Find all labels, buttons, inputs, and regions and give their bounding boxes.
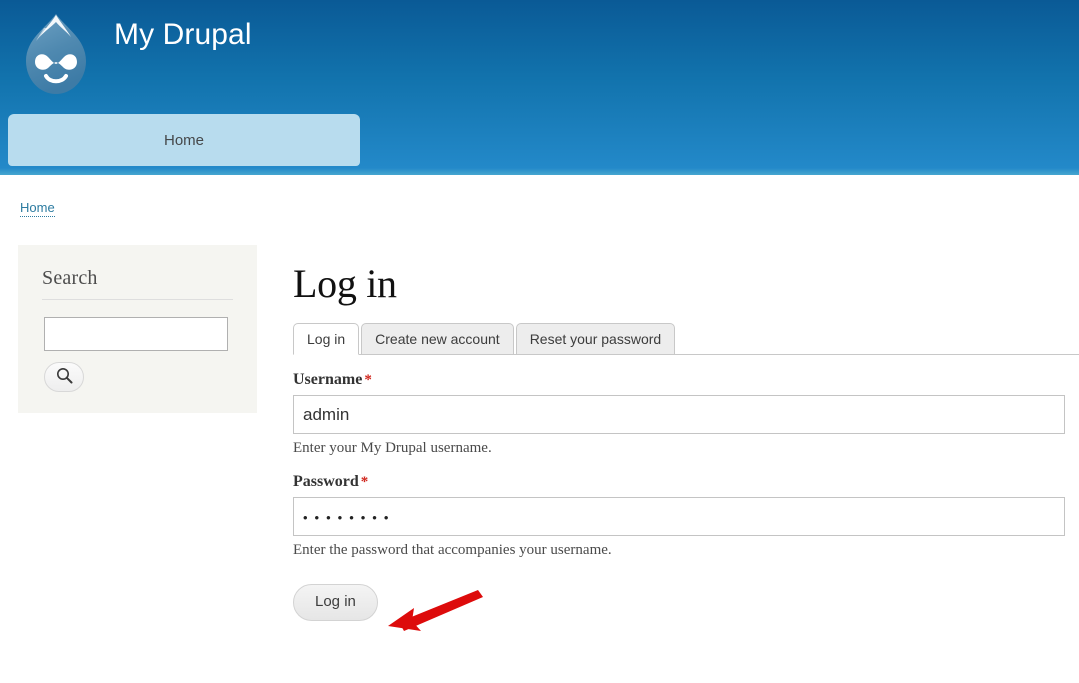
username-form-item: Username* Enter your My Drupal username. (293, 371, 1079, 457)
password-input[interactable] (293, 497, 1065, 536)
main-menu-item-home[interactable]: Home (164, 133, 204, 148)
log-in-button[interactable]: Log in (293, 584, 378, 621)
form-tabs: Log in Create new account Reset your pas… (293, 322, 1079, 355)
tab-log-in[interactable]: Log in (293, 323, 360, 355)
search-block-divider (42, 299, 233, 300)
site-header: My Drupal Home (0, 0, 1079, 175)
search-block-title: Search (42, 267, 98, 289)
search-icon (56, 367, 73, 387)
main-content: Log in Log in Create new account Reset y… (293, 245, 1079, 621)
drupal-droplet-icon (10, 6, 102, 102)
branding: My Drupal (10, 6, 252, 102)
page-title: Log in (293, 261, 397, 306)
search-submit-button[interactable] (44, 362, 84, 392)
search-input[interactable] (44, 317, 228, 351)
required-marker: * (364, 372, 372, 388)
password-form-item: Password* Enter the password that accomp… (293, 473, 1079, 559)
password-label: Password * (293, 473, 1079, 491)
required-marker: * (360, 474, 369, 490)
username-label: Username * (293, 371, 1079, 389)
submit-row: Log in (293, 584, 1079, 621)
tab-reset-your-password[interactable]: Reset your password (515, 323, 676, 355)
breadcrumb-item-home[interactable]: Home (20, 200, 55, 217)
tab-create-new-account[interactable]: Create new account (361, 323, 514, 355)
password-description: Enter the password that accompanies your… (293, 542, 612, 558)
sidebar-search-block: Search (18, 245, 257, 413)
login-form: Username* Enter your My Drupal username.… (293, 371, 1079, 621)
password-label-text: Password (293, 473, 359, 490)
breadcrumb: Home (20, 200, 55, 217)
username-input[interactable] (293, 395, 1065, 434)
username-description: Enter your My Drupal username. (293, 440, 492, 456)
site-title: My Drupal (114, 18, 252, 51)
username-label-text: Username (293, 371, 363, 388)
main-menu-home-tab[interactable]: Home (8, 114, 360, 166)
